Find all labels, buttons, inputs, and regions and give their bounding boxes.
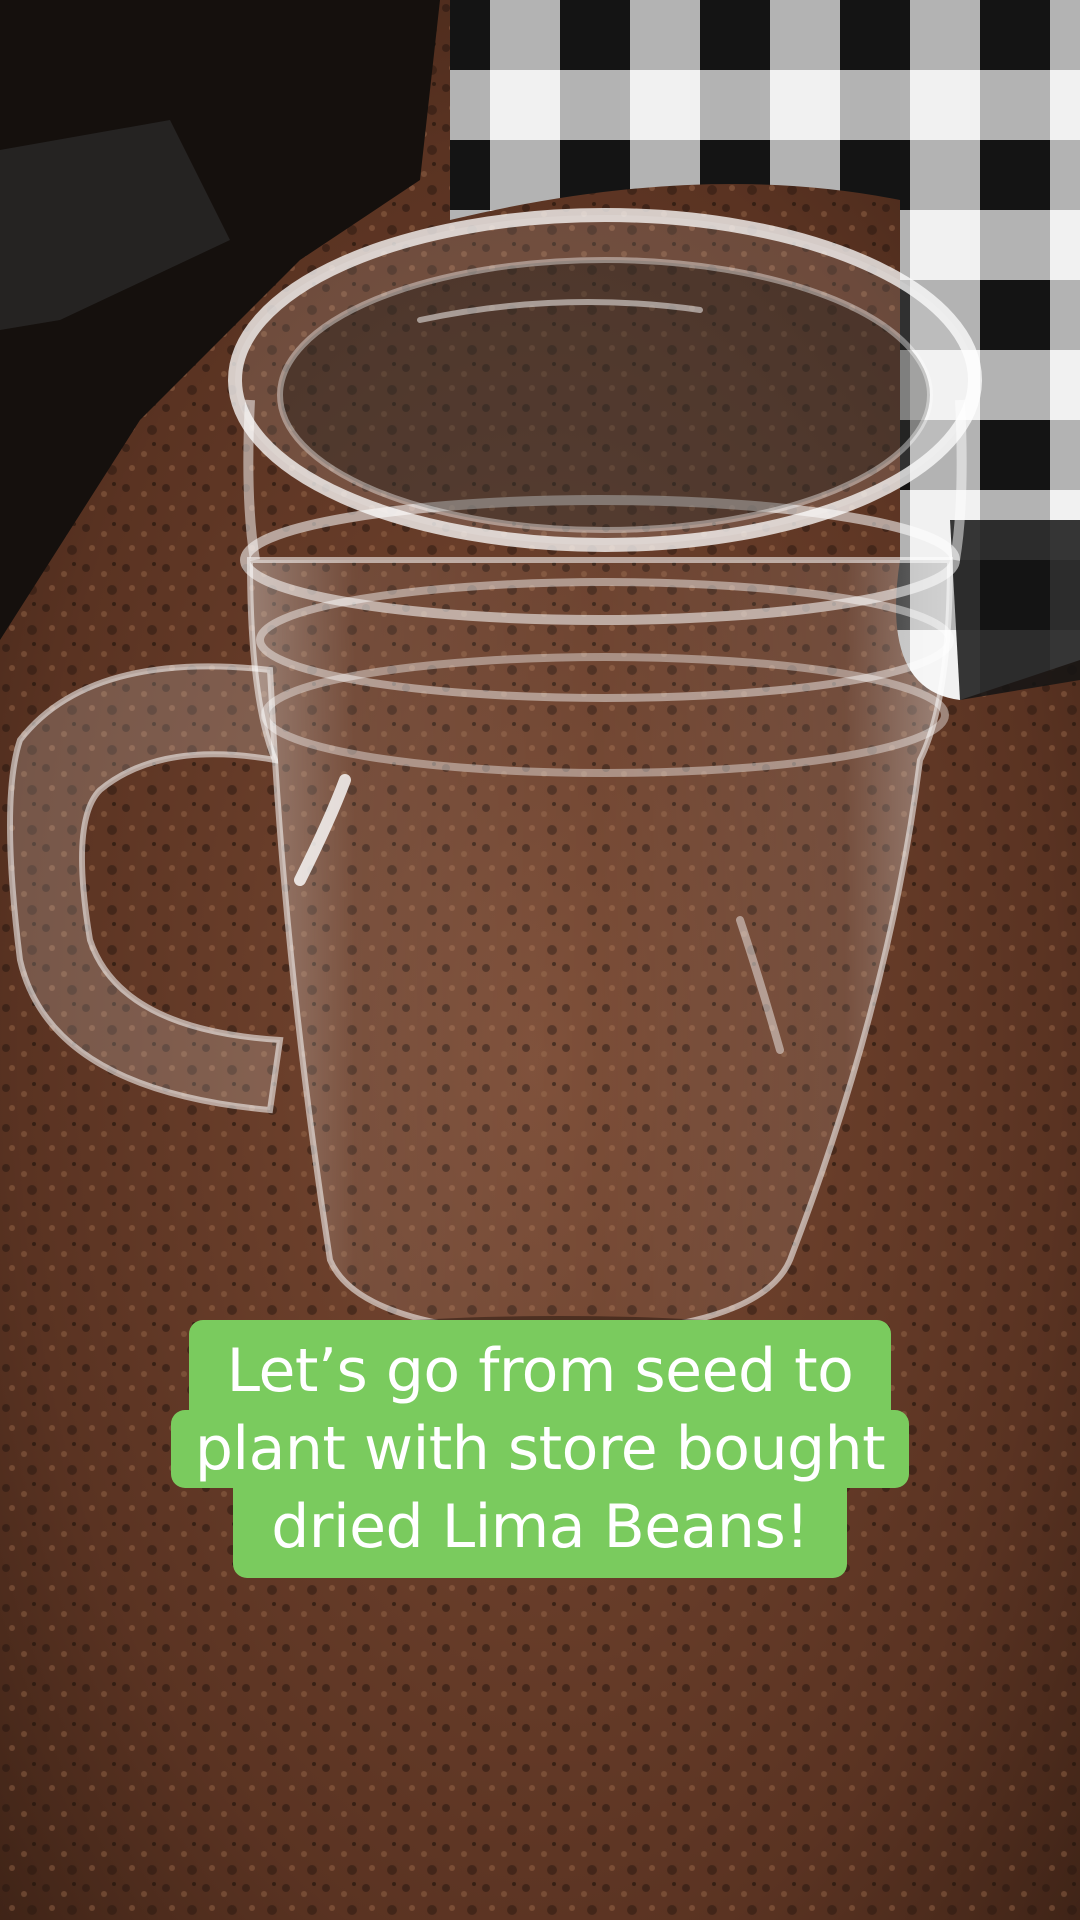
caption-line-2: plant with store bought xyxy=(170,1410,910,1488)
caption-overlay: Let’s go from seed to plant with store b… xyxy=(0,1320,1080,1578)
photo-scene: Let’s go from seed to plant with store b… xyxy=(0,0,1080,1920)
caption-line-1: Let’s go from seed to xyxy=(188,1320,892,1410)
caption-line-3: dried Lima Beans! xyxy=(233,1488,847,1578)
jar-photo xyxy=(0,0,1080,1920)
